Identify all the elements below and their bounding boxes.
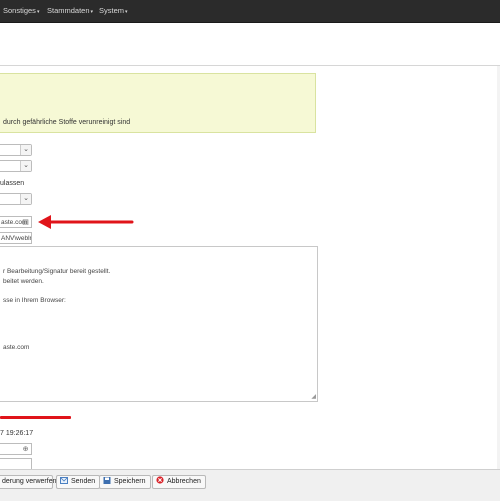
annotation-underline [0, 416, 71, 419]
discard-button-label: derung verwerfen [2, 478, 57, 485]
envelope-icon [60, 477, 68, 484]
email-field[interactable]: aste.com ▤ [0, 216, 32, 228]
chevron-down-icon: ⌄ [20, 161, 31, 171]
resize-handle-icon[interactable]: ◢ [311, 393, 316, 400]
caret-down-icon: ▾ [90, 9, 94, 15]
discard-changes-button[interactable]: derung verwerfen [0, 475, 57, 489]
select-field-2[interactable]: ⌄ [0, 160, 32, 172]
nav-menu-label: Stammdaten [47, 6, 90, 15]
nav-menu-sonstiges[interactable]: Sonstiges▾ [3, 6, 39, 15]
chevron-down-icon: ⌄ [20, 145, 31, 155]
select-field-3[interactable]: ⌄ [0, 193, 32, 205]
cancel-circle-icon [156, 476, 164, 484]
path-field[interactable]: ANV\weblr [0, 232, 32, 244]
info-alert: durch gefährliche Stoffe verunreinigt si… [0, 73, 316, 133]
nav-menu-label: Sonstiges [3, 6, 36, 15]
alert-text: durch gefährliche Stoffe verunreinigt si… [3, 119, 131, 126]
send-button-label: Senden [71, 478, 96, 485]
address-book-icon[interactable]: ▤ [21, 218, 30, 227]
path-field-value: ANV\weblr [1, 235, 32, 242]
textarea-line: r Bearbeitung/Signatur bereit gestellt. [3, 268, 111, 275]
save-button[interactable]: Speichern [99, 475, 151, 489]
floppy-disk-icon [103, 477, 111, 484]
textarea-line: beitet werden. [3, 278, 44, 285]
clock-icon[interactable]: ⊕ [21, 445, 30, 454]
chevron-down-icon: ⌄ [20, 194, 31, 204]
annotation-arrow-icon [38, 215, 134, 229]
header-divider [0, 65, 500, 66]
cancel-button-label: Abbrechen [167, 478, 201, 485]
nav-menu-system[interactable]: System▾ [99, 6, 128, 15]
timestamp-text: 7 19:26:17 [0, 430, 34, 437]
cancel-button[interactable]: Abbrechen [152, 475, 206, 489]
send-button[interactable]: Senden [56, 475, 101, 489]
top-navbar: Sonstiges▾ Stammdaten▾ System▾ [0, 0, 500, 23]
save-button-label: Speichern [114, 478, 146, 485]
textarea-line: aste.com [3, 344, 30, 351]
caret-down-icon: ▾ [125, 9, 128, 15]
select-field-1[interactable]: ⌄ [0, 144, 32, 156]
nav-menu-label: System [99, 6, 125, 15]
date-field[interactable]: ⊕ [0, 443, 32, 455]
zulassen-label: ulassen [0, 180, 25, 187]
nav-menu-stammdaten[interactable]: Stammdaten▾ [47, 6, 93, 15]
message-textarea[interactable]: r Bearbeitung/Signatur bereit gestellt. … [0, 246, 318, 402]
caret-down-icon: ▾ [36, 9, 40, 15]
textarea-line: sse in Ihrem Browser: [3, 297, 66, 304]
